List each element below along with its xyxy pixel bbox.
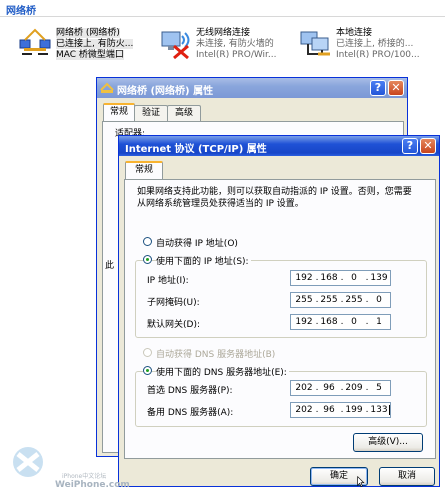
ip-manual-radio[interactable] xyxy=(143,255,152,264)
connection-text: 网络桥 (网络桥) 已连接上, 有防火... MAC 桥微型端口 xyxy=(56,28,134,61)
connection-wireless[interactable]: 无线网络连接 未连接, 有防火墙的 Intel(R) PRO/Wir... xyxy=(158,26,298,66)
network-bridge-icon xyxy=(19,28,51,55)
connection-network-bridge[interactable]: 网络桥 (网络桥) 已连接上, 有防火... MAC 桥微型端口 xyxy=(18,26,158,66)
help-button[interactable]: ? xyxy=(402,138,418,154)
ip-manual-label[interactable]: 使用下面的 IP 地址(S): xyxy=(156,254,251,267)
tcpip-window-title: Internet 协议 (TCP/IP) 属性 xyxy=(125,144,267,155)
dns-manual-label[interactable]: 使用下面的 DNS 服务器地址(E): xyxy=(156,365,289,378)
connection-local-area[interactable]: 本地连接 已连接上, 桥接的... Intel(R) PRO/100... xyxy=(298,26,445,66)
dns-manual-radio[interactable] xyxy=(143,366,152,375)
subnet-mask-label: 子网掩码(U): xyxy=(147,298,200,308)
ip-address-input[interactable]: 192. 168. 0. 139 xyxy=(290,270,391,286)
watermark-logo-icon xyxy=(13,447,43,477)
tcpip-properties-window: Internet 协议 (TCP/IP) 属性 ? ✕ 常规 如果网络支持此功能… xyxy=(118,135,440,488)
connection-text: 本地连接 已连接上, 桥接的... Intel(R) PRO/100... xyxy=(336,28,420,61)
bridge-window-titlebar[interactable]: 网络桥 (网络桥) 属性 ? ✕ xyxy=(97,78,407,98)
close-button[interactable]: ✕ xyxy=(388,80,404,96)
tab-authentication[interactable]: 验证 xyxy=(134,105,168,122)
watermark-line1: iPhone中文论坛 xyxy=(62,473,107,480)
connection-status: 已连接上, 桥接的... xyxy=(336,39,414,49)
tcpip-window-titlebar[interactable]: Internet 协议 (TCP/IP) 属性 ? ✕ xyxy=(119,136,439,156)
preferred-dns-label: 首选 DNS 服务器(P): xyxy=(147,386,233,396)
connection-status: 未连接, 有防火墙的 xyxy=(196,39,274,49)
dns-auto-radio[interactable] xyxy=(143,348,152,357)
connection-text: 无线网络连接 未连接, 有防火墙的 Intel(R) PRO/Wir... xyxy=(196,28,277,61)
ip-auto-label[interactable]: 自动获得 IP 地址(O) xyxy=(156,236,238,249)
alternate-dns-label: 备用 DNS 服务器(A): xyxy=(147,408,234,418)
ip-address-label: IP 地址(I): xyxy=(147,276,189,286)
description-text: 如果网络支持此功能，则可以获取自动指派的 IP 设置。否则，您需要从网络系统管理… xyxy=(137,187,412,209)
dns-auto-label[interactable]: 自动获得 DNS 服务器地址(B) xyxy=(156,347,275,360)
mouse-cursor-icon xyxy=(357,476,365,488)
advanced-button[interactable]: 高级(V)... xyxy=(353,433,423,452)
partial-label: 此 xyxy=(105,261,115,271)
tcpip-general-panel: 如果网络支持此功能，则可以获取自动指派的 IP 设置。否则，您需要从网络系统管理… xyxy=(124,179,436,459)
ip-auto-radio[interactable] xyxy=(143,237,152,246)
connection-status: 已连接上, 有防火... xyxy=(56,39,134,49)
default-gateway-input[interactable]: 192. 168. 0. 1 xyxy=(290,314,391,330)
local-area-connection-icon xyxy=(300,31,330,56)
tab-advanced[interactable]: 高级 xyxy=(167,105,201,122)
connection-device: Intel(R) PRO/100... xyxy=(336,50,420,60)
close-button[interactable]: ✕ xyxy=(420,138,436,154)
text-caret xyxy=(389,405,390,415)
network-bridge-icon xyxy=(100,82,114,93)
connection-name: 无线网络连接 xyxy=(196,28,251,38)
wireless-network-icon xyxy=(161,31,190,60)
folder-title: 网络桥 xyxy=(6,6,36,17)
connection-name: 本地连接 xyxy=(336,28,373,38)
cancel-button[interactable]: 取消 xyxy=(379,467,435,486)
preferred-dns-input[interactable]: 202. 96. 209. 5 xyxy=(290,380,391,396)
alternate-dns-input[interactable]: 202. 96. 199. 133 xyxy=(290,402,391,418)
tab-general[interactable]: 常规 xyxy=(103,103,135,123)
connection-name: 网络桥 (网络桥) xyxy=(56,28,120,38)
default-gateway-label: 默认网关(D): xyxy=(147,320,200,330)
watermark-line2: WeiPhone.com xyxy=(55,480,130,490)
tab-general[interactable]: 常规 xyxy=(125,161,163,181)
help-button[interactable]: ? xyxy=(370,80,386,96)
connection-device: Intel(R) PRO/Wir... xyxy=(196,50,277,60)
bridge-window-title: 网络桥 (网络桥) 属性 xyxy=(117,86,214,97)
subnet-mask-input[interactable]: 255. 255. 255. 0 xyxy=(290,292,391,308)
folder-divider xyxy=(0,16,445,17)
connection-device: MAC 桥微型端口 xyxy=(56,50,124,60)
